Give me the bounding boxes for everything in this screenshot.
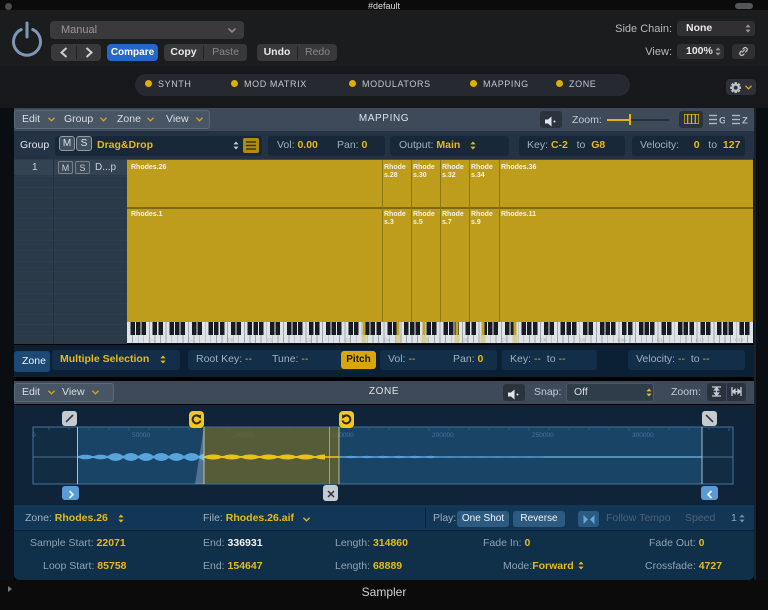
svg-text:C1: C1 — [267, 338, 273, 343]
svg-text:C10: C10 — [618, 338, 627, 343]
svg-text:G: G — [719, 116, 725, 126]
svg-text:250000: 250000 — [532, 432, 554, 439]
svg-text:0: 0 — [32, 432, 36, 439]
svg-text:300000: 300000 — [632, 432, 654, 439]
svg-text:C9: C9 — [580, 338, 586, 343]
svg-text:C4: C4 — [384, 338, 390, 343]
svg-text:200000: 200000 — [432, 432, 454, 439]
svg-text:C-2: C-2 — [149, 338, 157, 343]
svg-text:C0: C0 — [228, 338, 234, 343]
svg-text:C8: C8 — [541, 338, 547, 343]
svg-text:C12: C12 — [696, 338, 705, 343]
svg-text:C6: C6 — [462, 338, 468, 343]
svg-text:C11: C11 — [657, 338, 665, 343]
svg-text:Z: Z — [742, 116, 748, 126]
svg-text:C7: C7 — [501, 338, 507, 343]
svg-text:C13: C13 — [735, 338, 744, 343]
svg-text:C3: C3 — [345, 338, 351, 343]
svg-text:C2: C2 — [306, 338, 312, 343]
svg-text:C-1: C-1 — [188, 338, 196, 343]
svg-text:50000: 50000 — [132, 432, 150, 439]
